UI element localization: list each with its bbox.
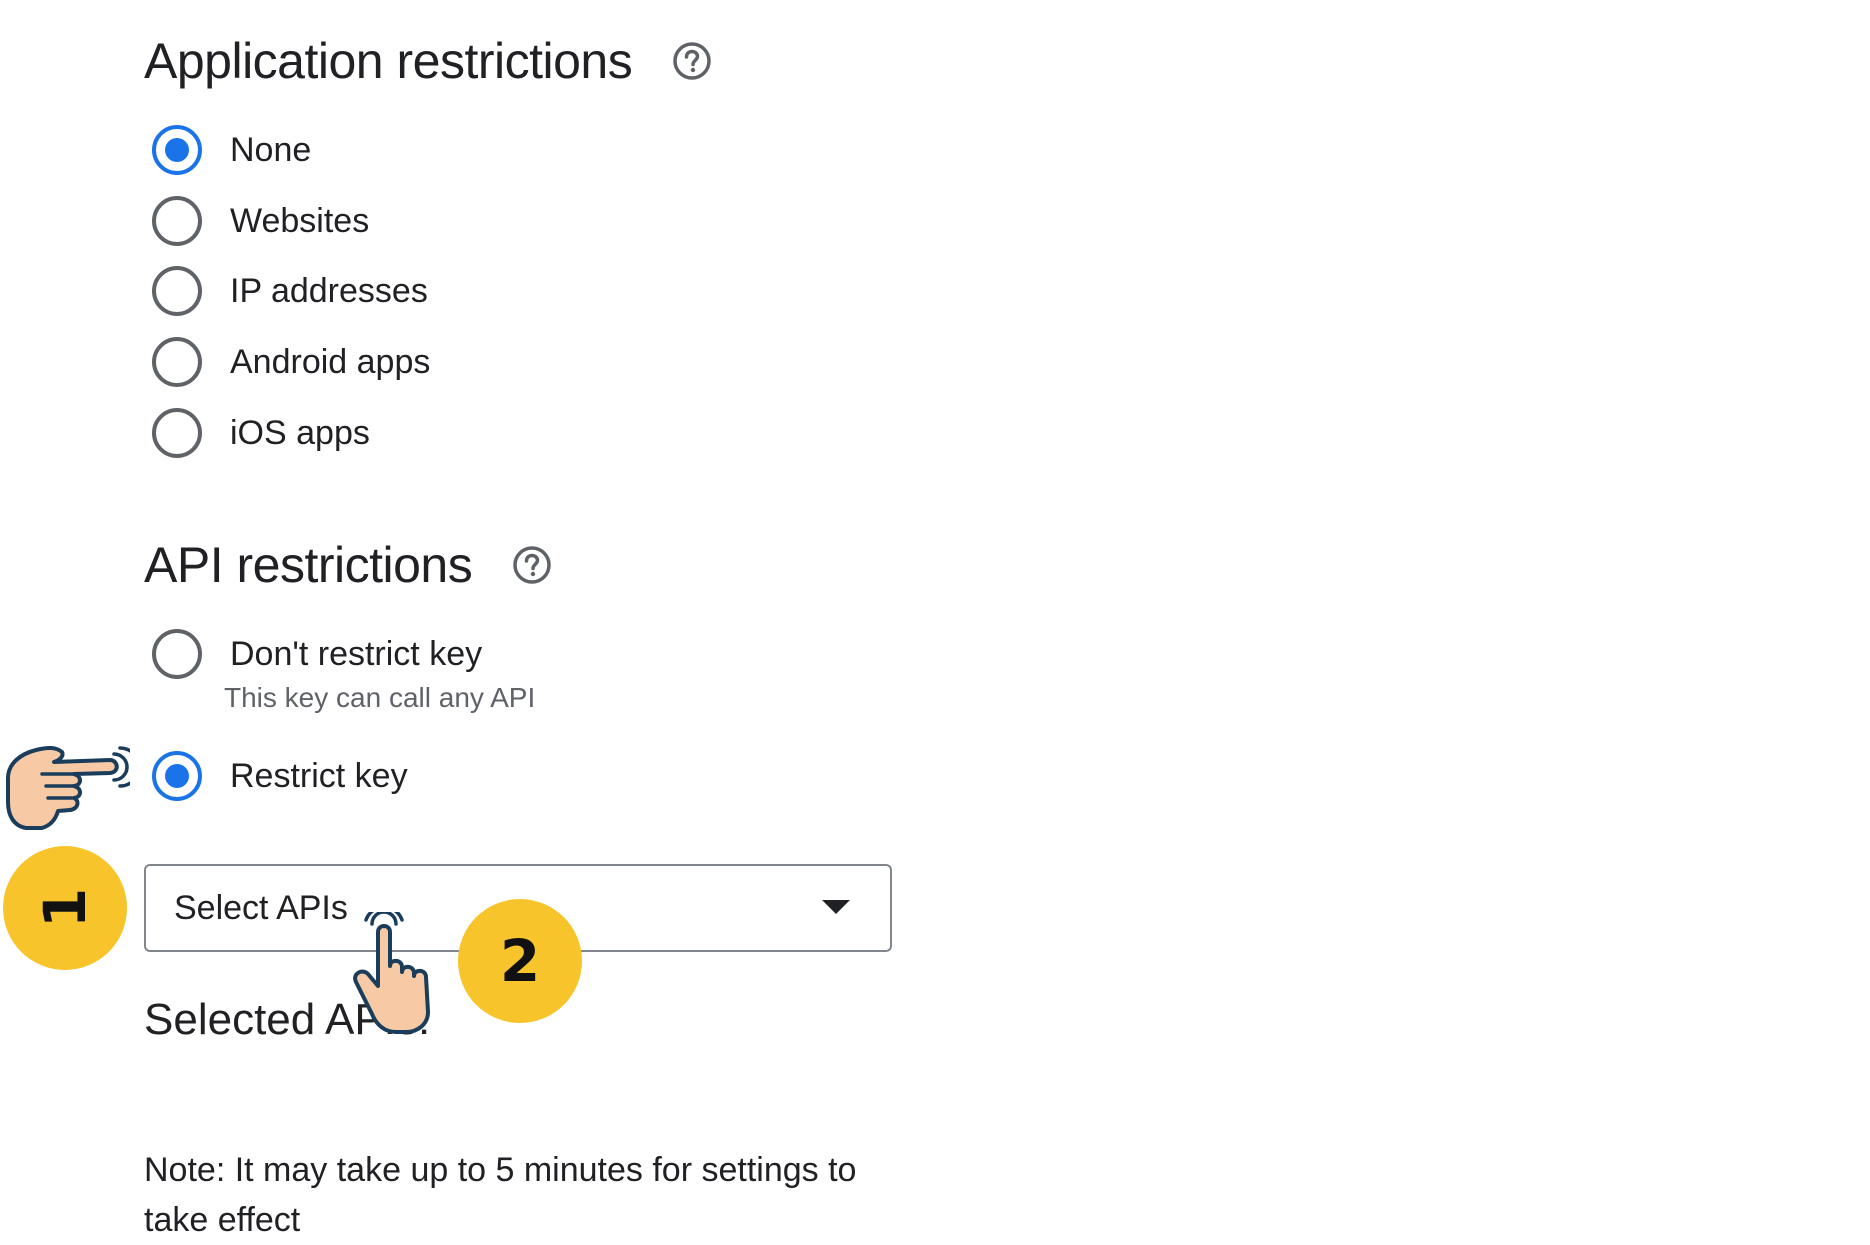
step-badge-label: 2 (499, 927, 541, 995)
application-restrictions-title-text: Application restrictions (144, 33, 633, 89)
application-restrictions-title: Application restrictions (144, 32, 712, 90)
radio-option-websites[interactable]: Websites (152, 196, 369, 246)
step-badge-2: 2 (458, 899, 582, 1023)
radio-button[interactable] (152, 629, 202, 679)
radio-button[interactable] (152, 751, 202, 801)
help-icon[interactable] (512, 545, 552, 585)
api-restrictions-title: API restrictions (144, 536, 552, 594)
pointing-hand-icon (6, 745, 130, 830)
radio-option-android-apps[interactable]: Android apps (152, 337, 430, 387)
radio-option-description: This key can call any API (224, 682, 536, 713)
settings-note: Note: It may take up to 5 minutes for se… (144, 1151, 857, 1239)
radio-option-ip-addresses[interactable]: IP addresses (152, 266, 428, 316)
tapping-hand-icon (353, 912, 430, 1034)
radio-option-label: Restrict key (230, 756, 408, 795)
radio-button[interactable] (152, 408, 202, 458)
radio-button[interactable] (152, 125, 202, 175)
caret-down-icon (822, 900, 850, 914)
radio-option-label: None (230, 130, 312, 169)
select-apis-value: Select APIs (174, 888, 348, 927)
api-restrictions-title-text: API restrictions (144, 537, 473, 593)
radio-option-label: Android apps (230, 342, 431, 381)
radio-option-label: iOS apps (230, 413, 370, 452)
radio-option-label: IP addresses (230, 271, 428, 310)
radio-option-ios-apps[interactable]: iOS apps (152, 408, 370, 458)
radio-option-label: Don't restrict key (230, 634, 483, 673)
radio-option-label: Websites (230, 201, 370, 240)
radio-button[interactable] (152, 337, 202, 387)
step-badge-label: 1 (30, 887, 99, 929)
step-badge-1: 1 (3, 846, 127, 970)
radio-option-none[interactable]: None (152, 125, 311, 175)
radio-option-dont-restrict-key[interactable]: Don't restrict key (152, 629, 482, 679)
radio-option-restrict-key[interactable]: Restrict key (152, 751, 408, 801)
radio-button[interactable] (152, 196, 202, 246)
help-icon[interactable] (672, 41, 712, 81)
radio-button[interactable] (152, 266, 202, 316)
